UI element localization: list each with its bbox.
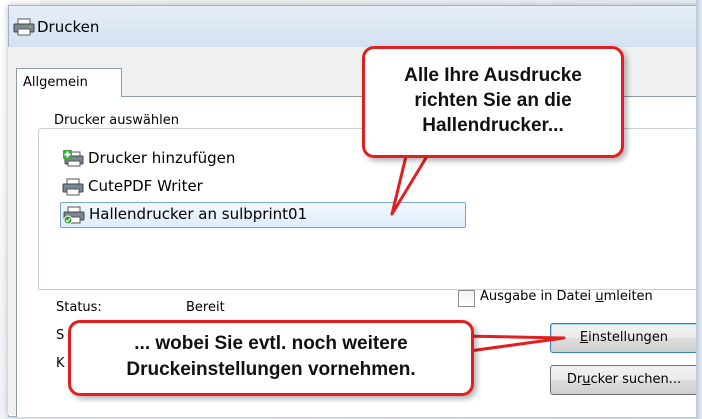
annotation-line: ... wobei Sie evtl. noch weitere bbox=[134, 333, 408, 354]
location-label-partial: S bbox=[56, 328, 65, 343]
tab-label: Allgemein bbox=[23, 75, 88, 90]
list-item-add-printer[interactable]: Drucker hinzufügen bbox=[62, 148, 322, 170]
status-value: Bereit bbox=[186, 300, 225, 315]
network-printer-icon bbox=[63, 206, 85, 224]
list-item-label: Drucker hinzufügen bbox=[88, 149, 236, 167]
annotation-line: richten Sie an die bbox=[414, 90, 572, 111]
window-right-edge bbox=[696, 0, 702, 419]
printer-select-group-label: Drucker auswählen bbox=[50, 113, 183, 128]
comment-label-partial: K bbox=[56, 356, 65, 371]
settings-button[interactable]: Einstellungen bbox=[550, 323, 698, 353]
title-bar[interactable]: Drucken bbox=[9, 6, 699, 48]
printer-icon bbox=[62, 178, 84, 196]
list-item-cutepdf[interactable]: CutePDF Writer bbox=[62, 176, 322, 198]
annotation-line: Alle Ihre Ausdrucke bbox=[404, 65, 582, 86]
list-item-label: CutePDF Writer bbox=[88, 177, 203, 195]
list-item-hallendrucker[interactable]: Hallendrucker an sulbprint01 bbox=[60, 202, 466, 228]
list-item-label: Hallendrucker an sulbprint01 bbox=[89, 205, 308, 223]
annotation-line: Druckeinstellungen vornehmen. bbox=[126, 359, 416, 380]
annotation-line: Hallendrucker... bbox=[422, 115, 564, 136]
find-printer-button[interactable]: Drucker suchen... bbox=[550, 365, 698, 395]
printer-icon bbox=[13, 18, 35, 36]
status-label: Status: bbox=[56, 300, 102, 315]
annotation-callout-top: Alle Ihre Ausdrucke richten Sie an die H… bbox=[362, 46, 624, 158]
add-printer-icon bbox=[63, 150, 84, 167]
print-to-file-checkbox[interactable] bbox=[458, 290, 475, 307]
tab-allgemein[interactable]: Allgemein bbox=[16, 68, 122, 97]
window-title: Drucken bbox=[37, 18, 100, 36]
print-to-file-label[interactable]: Ausgabe in Datei umleiten bbox=[480, 289, 653, 304]
annotation-callout-bottom: ... wobei Sie evtl. noch weitere Druckei… bbox=[68, 320, 474, 396]
